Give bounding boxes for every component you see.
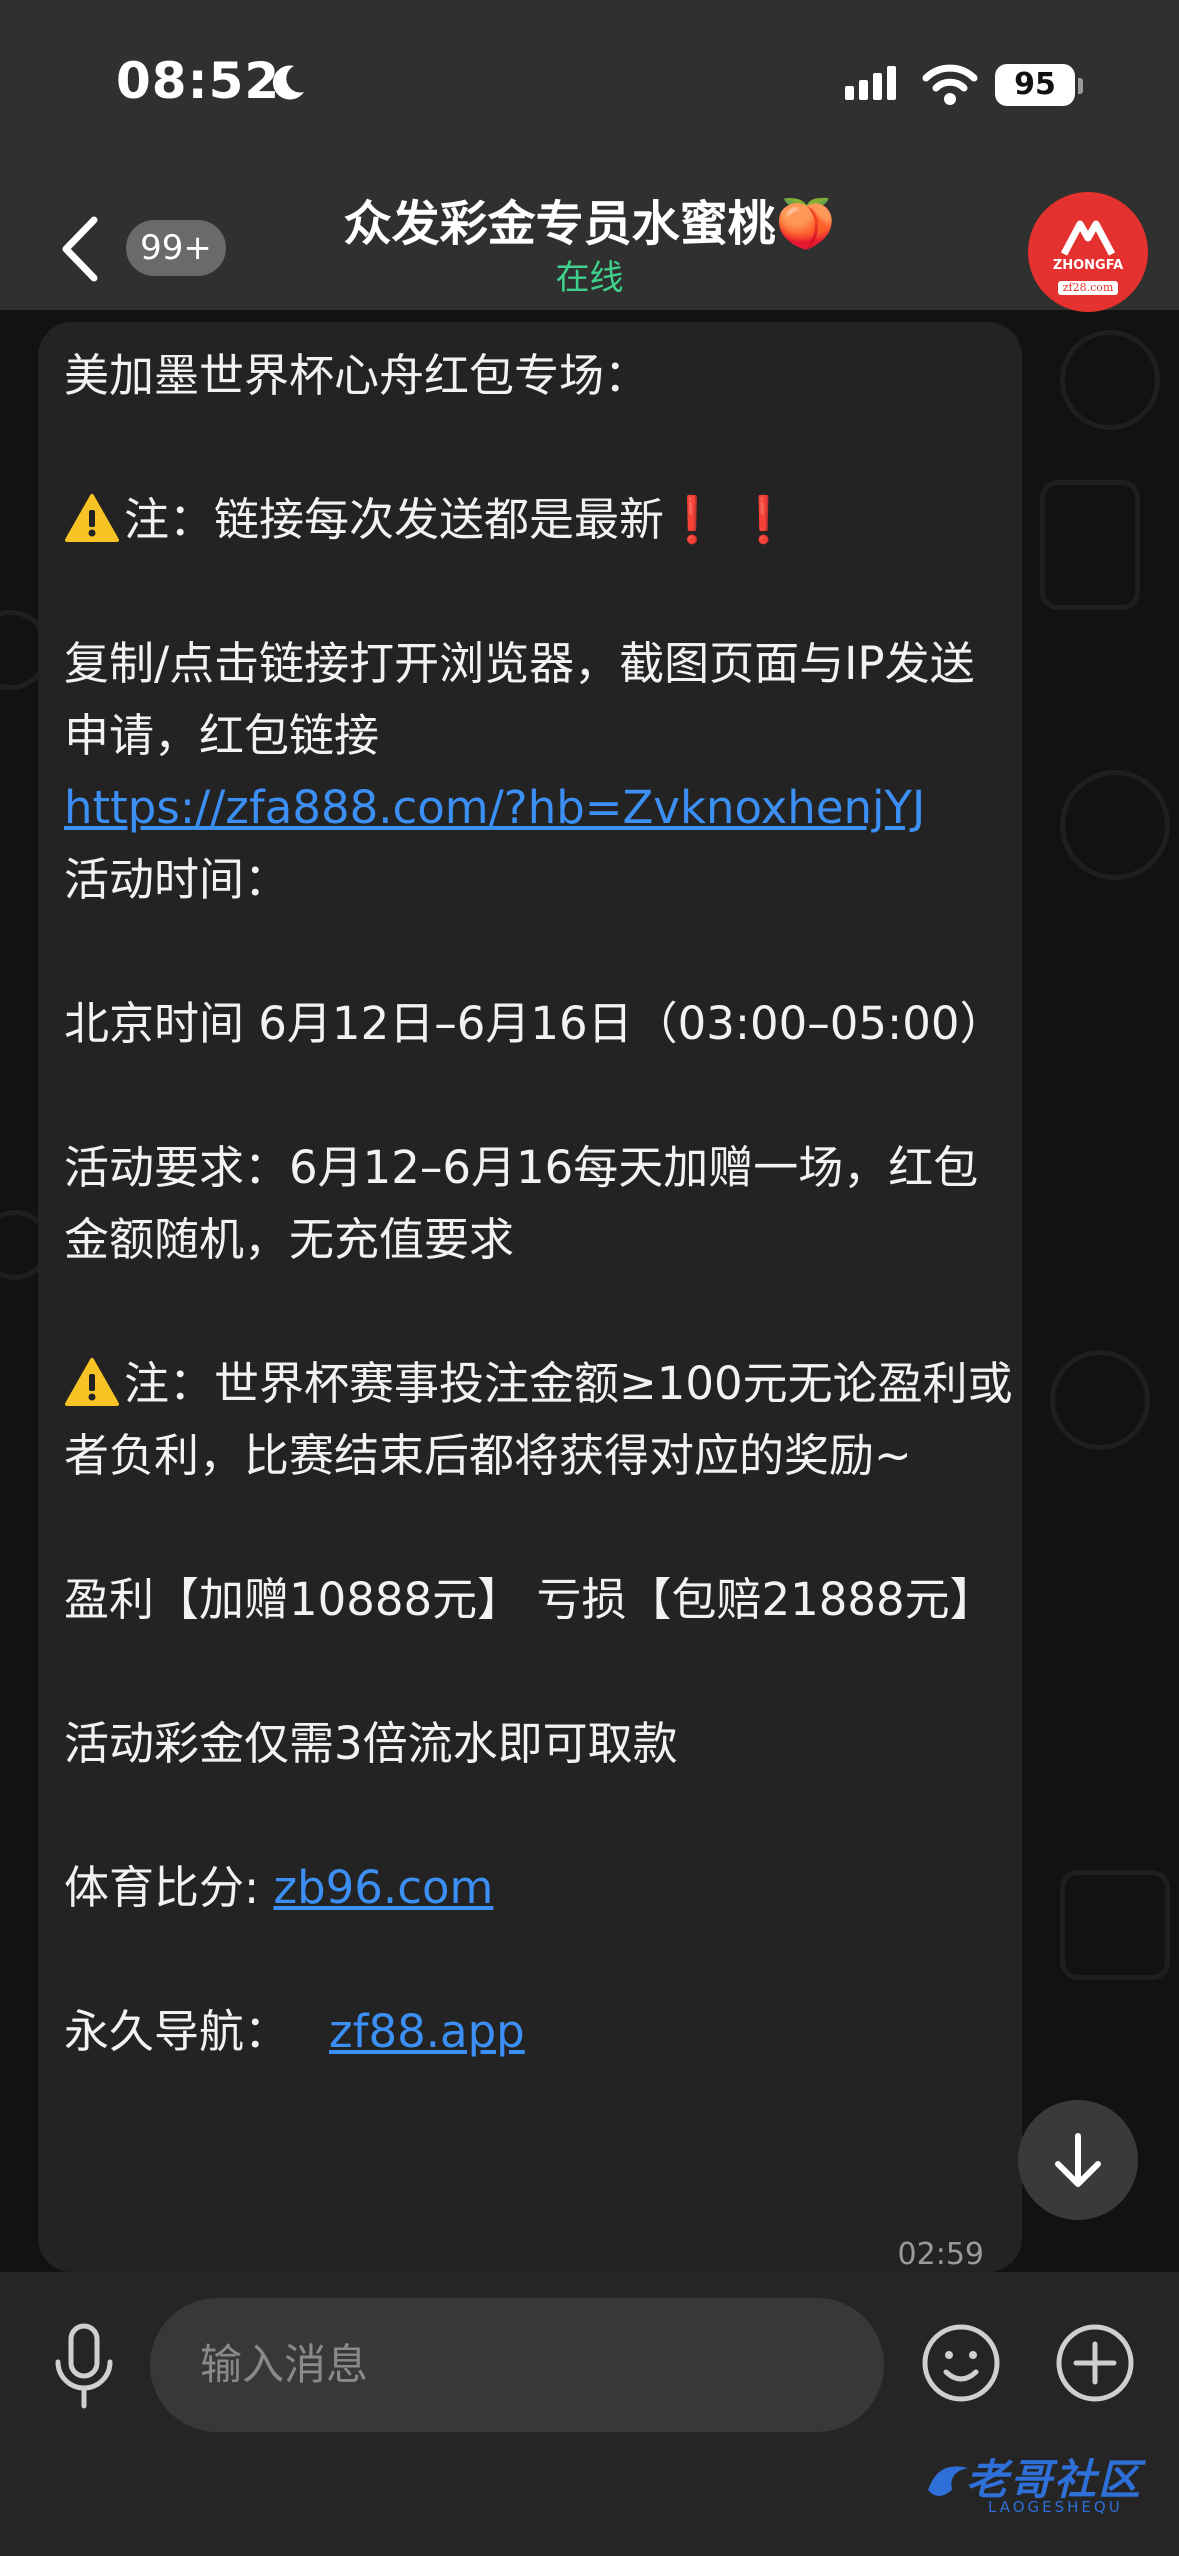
warning-icon — [65, 1358, 119, 1406]
contact-avatar[interactable]: ZHONGFA zf28.com — [1028, 192, 1148, 312]
msg-note-2-text: 注：世界杯赛事投注金额≥100元无论盈利或者负利，比赛结束后都将获得对应的奖励~ — [64, 1357, 1013, 1482]
message-text: 美加墨世界杯心舟红包专场： 注：链接每次发送都是最新❗ ❗ 复制/点击链接打开浏… — [64, 340, 1014, 2068]
watermark: 老哥社区 LAOGESHEQU — [918, 2440, 1168, 2530]
msg-line: 盈利【加赠10888元】 亏损【包赔21888元】 — [64, 1573, 995, 1626]
do-not-disturb-moon-icon — [272, 65, 304, 100]
arrow-down-icon — [1055, 2133, 1101, 2187]
exclamation-marks-icon: ❗ ❗ — [664, 493, 792, 546]
msg-note-1-text: 注：链接每次发送都是最新 — [124, 493, 665, 546]
chat-header: 99+ 众发彩金专员水蜜桃🍑 在线 ZHONGFA zf28.com — [0, 170, 1179, 312]
redpacket-link[interactable]: https://zfa888.com/?hb=ZvknoxhenjYJ — [64, 781, 925, 834]
nav-label: 永久导航： — [64, 2005, 290, 2058]
message-input[interactable]: 输入消息 — [150, 2298, 884, 2432]
scroll-to-bottom-button[interactable] — [1018, 2100, 1138, 2220]
watermark-sub: LAOGESHEQU — [988, 2498, 1123, 2516]
battery-tip — [1078, 78, 1083, 94]
warning-icon — [65, 494, 119, 542]
score-label: 体育比分: — [64, 1861, 274, 1914]
online-status: 在线 — [555, 258, 624, 298]
avatar-url-text: zf28.com — [1058, 281, 1118, 295]
msg-note-2: 注：世界杯赛事投注金额≥100元无论盈利或者负利，比赛结束后都将获得对应的奖励~ — [64, 1348, 1014, 1492]
battery-indicator: 95 — [995, 64, 1075, 106]
message-timestamp: 02:59 — [897, 2237, 984, 2272]
nav-link[interactable]: zf88.app — [329, 2005, 525, 2058]
msg-line: 活动彩金仅需3倍流水即可取款 — [64, 1717, 678, 1770]
msg-note-1: 注：链接每次发送都是最新❗ ❗ — [64, 484, 1014, 556]
msg-line: 活动时间： — [64, 853, 290, 906]
cellular-signal-icon — [845, 66, 896, 100]
status-time: 08:52 — [116, 52, 281, 110]
message-bubble[interactable]: 美加墨世界杯心舟红包专场： 注：链接每次发送都是最新❗ ❗ 复制/点击链接打开浏… — [38, 322, 1022, 2272]
msg-line: 北京时间 6月12日–6月16日（03:00–05:00） — [64, 997, 1005, 1050]
emoji-icon[interactable] — [920, 2322, 1002, 2404]
msg-line: 复制/点击链接打开浏览器，截图页面与IP发送申请，红包链接 — [64, 637, 975, 762]
avatar-brand-text: ZHONGFA — [1052, 258, 1124, 273]
msg-line: 活动要求：6月12–6月16每天加赠一场，红包金额随机，无充值要求 — [64, 1141, 979, 1266]
msg-line: 美加墨世界杯心舟红包专场： — [64, 349, 650, 402]
chat-title[interactable]: 众发彩金专员水蜜桃🍑 — [0, 184, 1179, 254]
score-link[interactable]: zb96.com — [273, 1861, 493, 1914]
microphone-icon[interactable] — [46, 2322, 122, 2412]
wifi-icon — [922, 64, 978, 105]
attach-plus-icon[interactable] — [1054, 2322, 1136, 2404]
status-bar: 08:52 95 — [0, 0, 1179, 170]
